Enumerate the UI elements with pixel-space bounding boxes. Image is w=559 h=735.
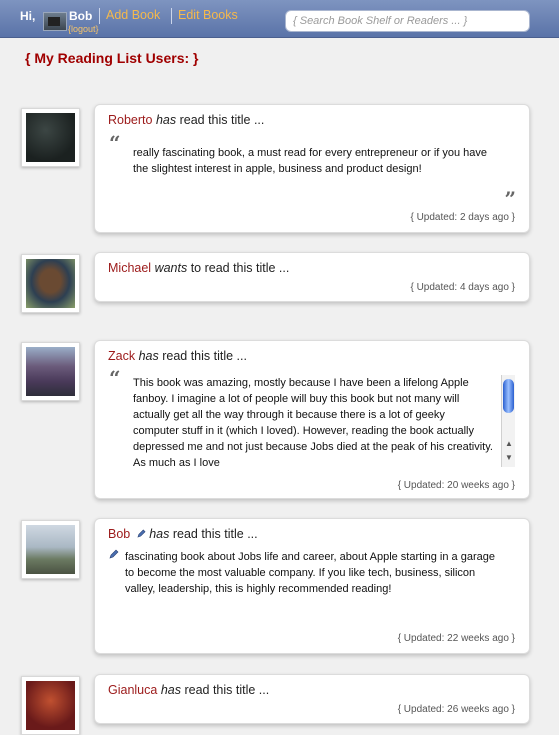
avatar-image [26,259,75,308]
nav-separator [171,8,172,24]
avatar[interactable] [21,254,80,313]
nav-separator [99,8,100,24]
quote-close-icon: ” [504,187,516,211]
avatar[interactable] [21,520,80,579]
review-card: Roberto has read this title ... “ really… [94,104,530,233]
scroll-down-icon[interactable]: ▼ [505,453,513,462]
reader-verb: has [160,683,181,697]
reader-line: Michael wants to read this title ... [108,261,289,275]
reader-verb: has [138,349,159,363]
user-avatar[interactable] [43,12,67,31]
add-book-link[interactable]: Add Book [106,8,160,22]
avatar-image [26,525,75,574]
quote-open-icon: “ [109,131,121,155]
scroll-up-icon[interactable]: ▲ [505,439,513,448]
top-bar: Hi, Bob {logout} Add Book Edit Books { S… [0,0,559,38]
review-scrollbar[interactable]: ▲ ▼ [501,375,515,467]
avatar-image [26,681,75,730]
review-scroll-area[interactable]: This book was amazing, mostly because I … [133,375,515,467]
edit-books-link[interactable]: Edit Books [178,8,238,22]
review-card: Bob has read this title ... fascinating … [94,518,530,654]
review-card: Michael wants to read this title ... { U… [94,252,530,302]
avatar[interactable] [21,108,80,167]
updated-timestamp: { Updated: 20 weeks ago } [397,480,515,491]
greeting: Hi, [20,9,36,23]
reader-action: read this title ... [169,527,258,541]
updated-timestamp: { Updated: 22 weeks ago } [397,633,515,644]
reader-line: Bob has read this title ... [108,527,258,541]
review-card: Zack has read this title ... “ This book… [94,340,530,499]
updated-timestamp: { Updated: 2 days ago } [410,212,515,223]
search-input[interactable]: { Search Book Shelf or Readers ... } [285,10,530,32]
reader-name[interactable]: Roberto [108,113,152,127]
edit-review-icon[interactable] [109,549,119,559]
reader-action: to read this title ... [187,261,290,275]
reader-line: Zack has read this title ... [108,349,247,363]
quote-open-icon: “ [109,366,121,390]
updated-timestamp: { Updated: 26 weeks ago } [397,704,515,715]
reader-name[interactable]: Gianluca [108,683,157,697]
reader-action: read this title ... [180,683,270,697]
reader-verb: wants [154,261,188,275]
reader-verb: has [155,113,177,127]
reader-name[interactable]: Michael [108,261,151,275]
review-text: really fascinating book, a must read for… [133,147,488,175]
reader-name[interactable]: Bob [108,527,130,541]
edit-pencil-icon[interactable] [137,529,146,538]
reader-name[interactable]: Zack [108,349,135,363]
search-placeholder: { Search Book Shelf or Readers ... } [293,15,468,27]
username[interactable]: Bob [69,9,92,23]
page-title: { My Reading List Users: } [25,50,199,66]
reader-verb: has [149,527,170,541]
updated-timestamp: { Updated: 4 days ago } [410,282,515,293]
review-text: This book was amazing, mostly because I … [133,377,493,467]
avatar[interactable] [21,342,80,401]
avatar[interactable] [21,676,80,735]
avatar-image [26,113,75,162]
reader-action: read this title ... [158,349,247,363]
reader-action: read this title ... [176,113,265,127]
scrollbar-thumb[interactable] [503,379,514,413]
review-text: fascinating book about Jobs life and car… [125,551,495,595]
avatar-image [26,347,75,396]
reader-line: Roberto has read this title ... [108,113,264,127]
reader-line: Gianluca has read this title ... [108,683,269,697]
logout-link[interactable]: {logout} [68,24,99,34]
review-card: Gianluca has read this title ... { Updat… [94,674,530,724]
